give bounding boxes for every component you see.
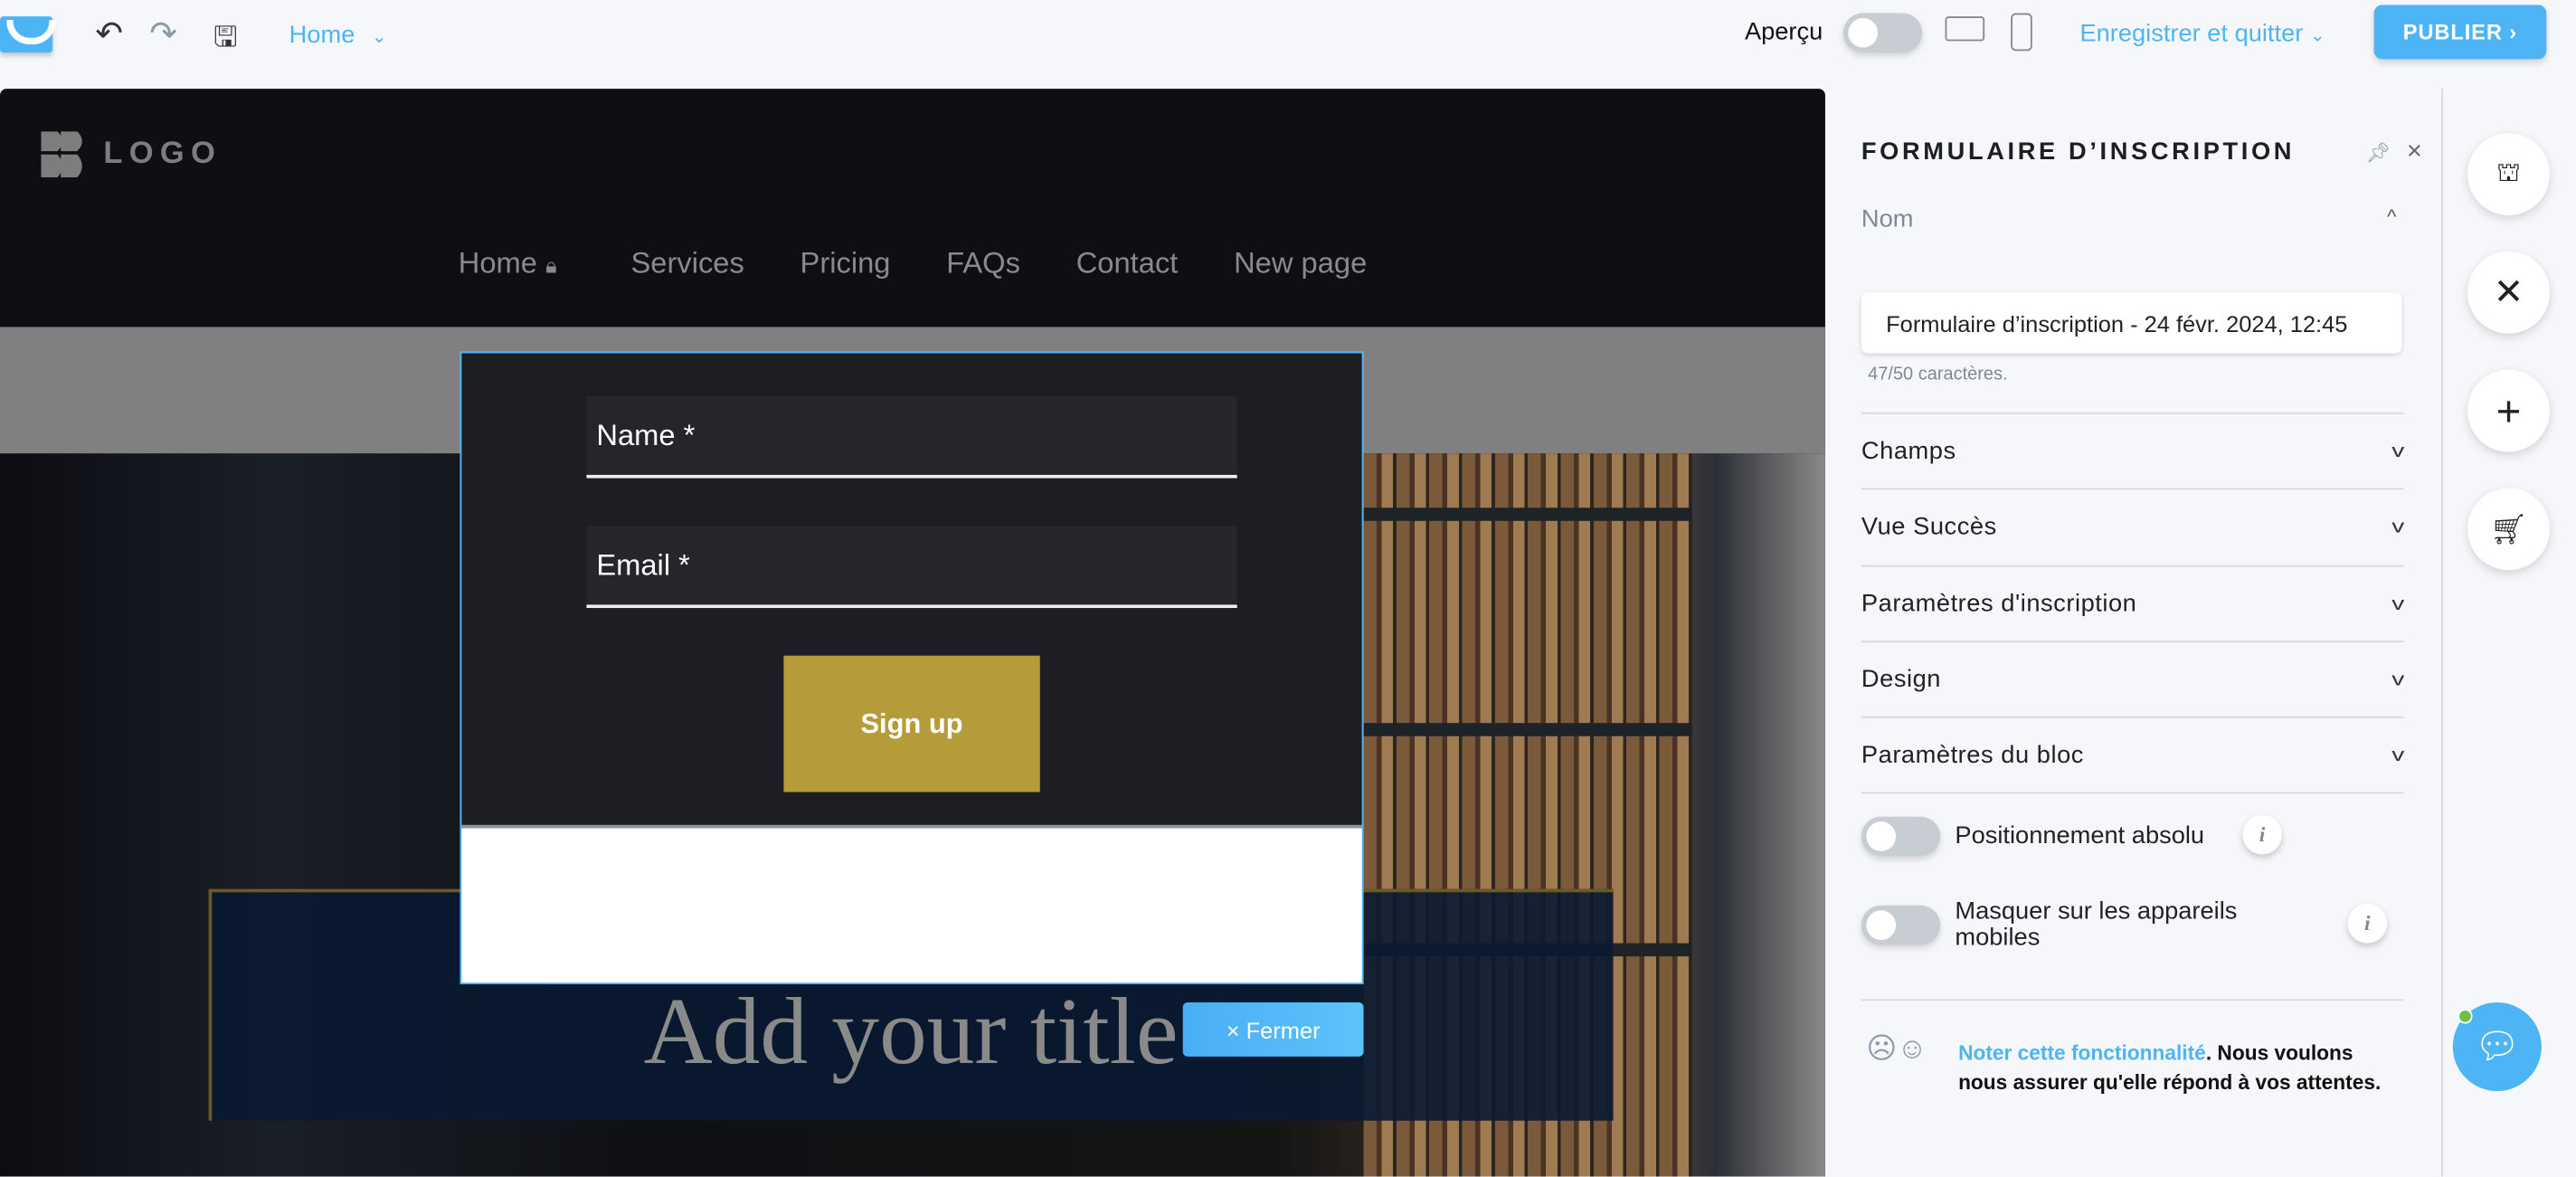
section-design[interactable]: Design v [1861, 641, 2406, 717]
cart-icon: 🛒︎ [2489, 511, 2528, 546]
section-signup-settings[interactable]: Paramètres d'inscription v [1861, 565, 2406, 641]
chevron-down-icon: ⌄ [2309, 26, 2325, 46]
name-field[interactable]: Name * [586, 395, 1237, 479]
save-and-quit-button[interactable]: Enregistrer et quitter ⌄ [2079, 20, 2325, 48]
add-button[interactable]: + [2467, 369, 2550, 452]
section-success-view[interactable]: Vue Succès v [1861, 488, 2406, 564]
sitemap-icon: ⛫ [2496, 159, 2521, 188]
email-field[interactable]: Email * [586, 526, 1237, 609]
hero-title[interactable]: Add your title [209, 976, 1614, 1087]
page-selector[interactable]: Home ⌄ [289, 22, 387, 50]
info-icon[interactable]: i [2347, 903, 2388, 944]
publish-label: PUBLIER [2402, 19, 2503, 45]
editor-canvas[interactable]: LOGO Home 🔒︎ Services Pricing FAQs Conta… [0, 89, 1825, 1177]
lock-icon: 🔒︎ [545, 252, 557, 278]
nav-new-page[interactable]: New page [1234, 246, 1367, 280]
form-name-input[interactable] [1861, 292, 2402, 354]
site-logo[interactable]: LOGO [41, 131, 223, 178]
online-status-dot [2458, 1009, 2473, 1024]
mobile-view-icon[interactable] [2011, 13, 2032, 52]
hide-mobile-toggle[interactable] [1861, 905, 1941, 945]
preview-toggle[interactable] [1842, 13, 1923, 53]
nav-contact[interactable]: Contact [1076, 246, 1179, 280]
cart-button[interactable]: 🛒︎ [2467, 488, 2550, 571]
tools-button[interactable]: ✕ [2467, 251, 2550, 334]
feedback-message: Noter cette fonctionnalité. Nous voulons… [1958, 1041, 2382, 1095]
divider [1861, 792, 2404, 794]
logo-text: LOGO [103, 136, 223, 171]
shelf [1363, 508, 1692, 521]
rate-feature-link[interactable]: Noter cette fonctionnalité [1958, 1042, 2206, 1065]
logo-mark-icon [41, 131, 82, 178]
close-panel-icon[interactable]: × [2407, 138, 2422, 168]
form-body: Name * Email * Sign up [461, 353, 1362, 829]
undo-icon[interactable]: ↶ [95, 14, 122, 54]
save-and-quit-label: Enregistrer et quitter [2079, 19, 2304, 48]
sitemap-button[interactable]: ⛫ [2467, 133, 2550, 215]
plus-icon: + [2496, 384, 2522, 435]
close-label: Fermer [1245, 1016, 1321, 1043]
chevron-down-icon: v [2391, 593, 2406, 614]
pin-icon[interactable]: 📌︎ [2366, 141, 2391, 164]
char-count: 47/50 caractères. [1868, 365, 2008, 385]
chevron-down-icon: v [2391, 517, 2406, 537]
preview-label: Aperçu [1744, 17, 1823, 46]
chevron-down-icon: v [2391, 441, 2406, 461]
hide-mobile-label: Masquer sur les appareils mobiles [1955, 897, 2238, 952]
chevron-up-icon[interactable]: ^ [2387, 205, 2396, 228]
name-section-label[interactable]: Nom [1861, 205, 1914, 233]
close-popup-button[interactable]: × Fermer [1182, 1001, 1364, 1057]
publish-button[interactable]: PUBLIER › [2373, 5, 2547, 60]
absolute-position-label: Positionnement absolu [1955, 821, 2205, 850]
redo-icon[interactable]: ↷ [149, 14, 176, 54]
panel-title: FORMULAIRE D’INSCRIPTION [1861, 138, 2296, 166]
shelf [1363, 723, 1692, 736]
app-logo[interactable] [0, 16, 56, 53]
signup-form-popup[interactable]: Name * Email * Sign up [459, 351, 1364, 984]
absolute-position-toggle[interactable] [1861, 816, 1941, 857]
nav-faqs[interactable]: FAQs [946, 246, 1020, 280]
nav-pricing[interactable]: Pricing [800, 246, 891, 280]
section-champs[interactable]: Champs v [1861, 412, 2406, 489]
close-icon: × [1226, 1016, 1240, 1043]
chevron-down-icon: ⌄ [371, 27, 387, 48]
page-selector-label: Home [289, 21, 355, 50]
info-icon[interactable]: i [2242, 814, 2282, 855]
sign-up-button[interactable]: Sign up [783, 655, 1040, 793]
save-icon[interactable]: 🖫 [213, 16, 237, 64]
chevron-down-icon: v [2391, 669, 2406, 689]
chevron-down-icon: v [2391, 745, 2406, 765]
feedback-faces-icon: ☹☺ [1866, 1031, 1927, 1065]
panel-divider [2441, 89, 2443, 1177]
tools-icon: ✕ [2493, 271, 2524, 313]
nav-home[interactable]: Home 🔒︎ [459, 246, 557, 280]
divider [1861, 999, 2404, 1001]
chat-bubbles-icon: 💬︎ [2474, 1025, 2521, 1067]
top-toolbar: ↶ ↷ 🖫 Home ⌄ Aperçu Enregistrer et quitt… [0, 0, 2576, 89]
section-block-settings[interactable]: Paramètres du bloc v [1861, 716, 2406, 793]
desktop-view-icon[interactable] [1945, 16, 1985, 42]
nav-services[interactable]: Services [630, 246, 743, 280]
